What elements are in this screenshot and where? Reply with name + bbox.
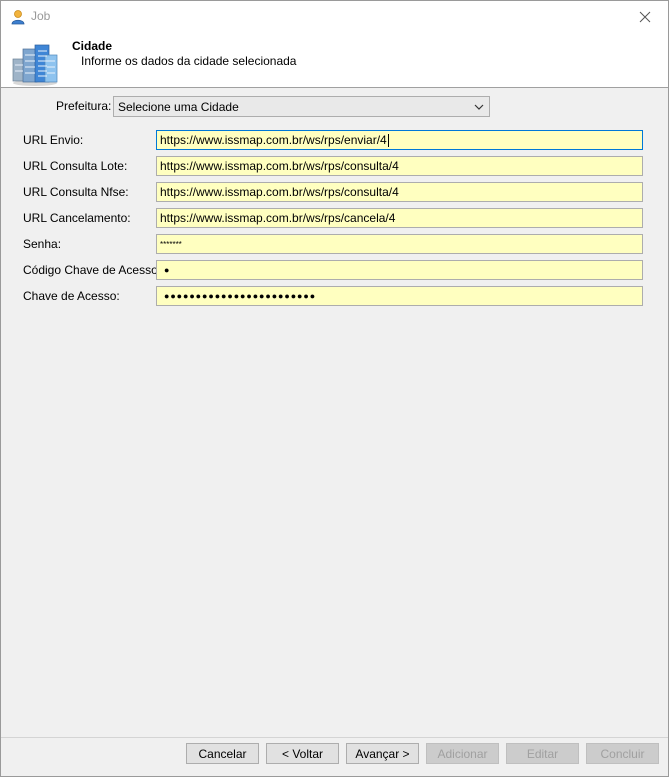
url-cancelamento-label: URL Cancelamento: [23, 211, 131, 225]
cancel-button[interactable]: Cancelar [186, 743, 259, 764]
dialog-window: Job Cidade Informe os dados da cidade se… [0, 0, 669, 777]
buildings-icon [11, 43, 59, 87]
codigo-chave-acesso-input[interactable]: ● [156, 260, 643, 280]
title-bar[interactable]: Job [1, 1, 668, 33]
url-cancelamento-input[interactable]: https://www.issmap.com.br/ws/rps/cancela… [156, 208, 643, 228]
footer-divider [1, 737, 668, 738]
url-envio-input[interactable]: https://www.issmap.com.br/ws/rps/enviar/… [156, 130, 643, 150]
finish-button[interactable]: Concluir [586, 743, 659, 764]
page-subtitle: Informe os dados da cidade selecionada [81, 54, 297, 68]
prefeitura-label: Prefeitura: [56, 99, 112, 113]
user-icon [10, 9, 26, 25]
close-button[interactable] [622, 1, 668, 33]
prefeitura-select-value: Selecione uma Cidade [118, 99, 239, 114]
url-consulta-lote-value: https://www.issmap.com.br/ws/rps/consult… [160, 159, 399, 173]
text-caret [387, 133, 389, 147]
url-consulta-lote-input[interactable]: https://www.issmap.com.br/ws/rps/consult… [156, 156, 643, 176]
chevron-down-icon [474, 104, 484, 110]
codigo-chave-acesso-label: Código Chave de Acesso: [23, 263, 162, 277]
back-button[interactable]: < Voltar [266, 743, 339, 764]
add-button[interactable]: Adicionar [426, 743, 499, 764]
prefeitura-select[interactable]: Selecione uma Cidade [113, 96, 490, 117]
senha-input[interactable]: ******* [156, 234, 643, 254]
chave-acesso-input[interactable]: ●●●●●●●●●●●●●●●●●●●●●●●● [156, 286, 643, 306]
wizard-header: Cidade Informe os dados da cidade seleci… [1, 33, 668, 88]
url-consulta-nfse-label: URL Consulta Nfse: [23, 185, 129, 199]
chave-acesso-label: Chave de Acesso: [23, 289, 120, 303]
url-cancelamento-value: https://www.issmap.com.br/ws/rps/cancela… [160, 211, 396, 225]
codigo-chave-acesso-value: ● [164, 265, 171, 275]
chave-acesso-value: ●●●●●●●●●●●●●●●●●●●●●●●● [164, 291, 317, 301]
url-envio-label: URL Envio: [23, 133, 84, 147]
url-consulta-nfse-input[interactable]: https://www.issmap.com.br/ws/rps/consult… [156, 182, 643, 202]
next-button[interactable]: Avançar > [346, 743, 419, 764]
senha-value: ******* [160, 240, 182, 249]
close-icon [639, 11, 651, 23]
url-envio-value: https://www.issmap.com.br/ws/rps/enviar/… [160, 133, 387, 147]
senha-label: Senha: [23, 237, 62, 251]
page-title: Cidade [72, 39, 113, 53]
window-title: Job [31, 9, 51, 23]
url-consulta-nfse-value: https://www.issmap.com.br/ws/rps/consult… [160, 185, 399, 199]
edit-button[interactable]: Editar [506, 743, 579, 764]
url-consulta-lote-label: URL Consulta Lote: [23, 159, 128, 173]
